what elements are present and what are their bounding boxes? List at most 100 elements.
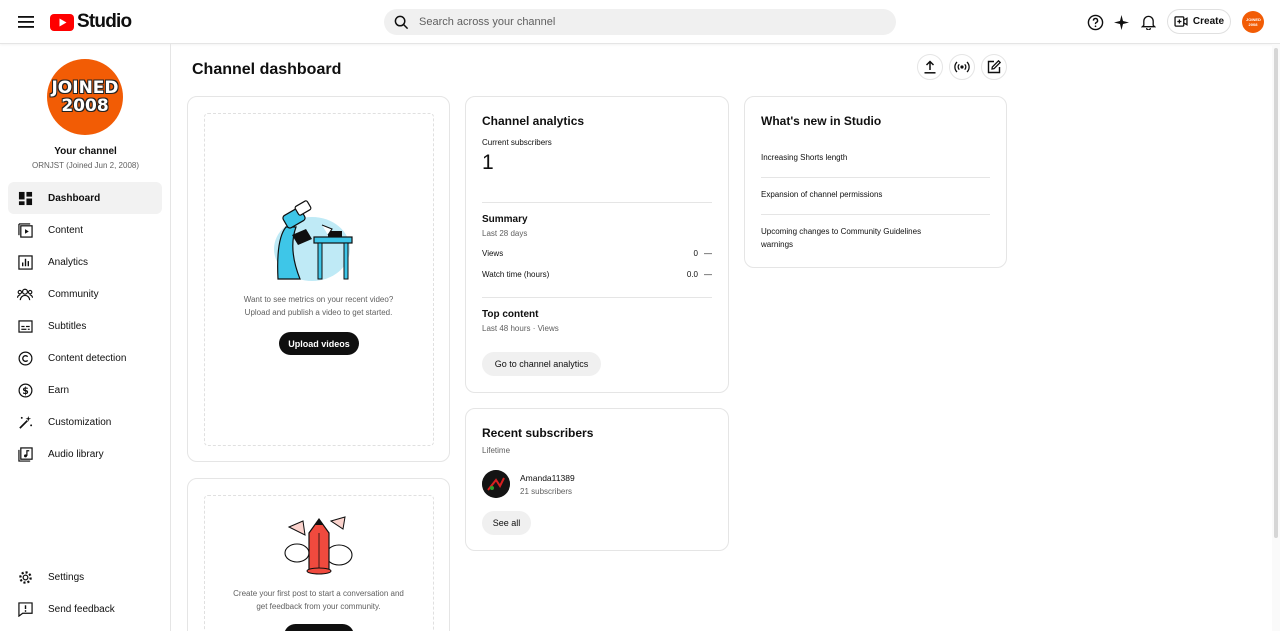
- analytics-divider: [482, 202, 712, 203]
- watch-time-value: 0.0: [686, 270, 698, 279]
- upload-video-card: Want to see metrics on your recent video…: [187, 96, 450, 462]
- sparkle-icon[interactable]: [1110, 11, 1132, 33]
- search-icon: [394, 15, 409, 29]
- whats-new-item[interactable]: Upcoming changes to Community Guidelines…: [761, 225, 951, 251]
- sidebar-item-label: Send feedback: [48, 603, 115, 615]
- subscriber-avatar[interactable]: [482, 470, 510, 498]
- channel-avatar[interactable]: JOINED 2008: [47, 59, 123, 135]
- top-content-period: Last 48 hours · Views: [482, 324, 559, 333]
- analytics-card-title: Channel analytics: [482, 114, 585, 128]
- create-post-card-button[interactable]: [284, 624, 354, 631]
- upload-card-line1: Want to see metrics on your recent video…: [243, 295, 394, 304]
- sidebar: JOINED 2008 Your channel ORNJST (Joined …: [0, 44, 171, 631]
- help-icon[interactable]: [1084, 11, 1106, 33]
- page-scrollbar[interactable]: [1272, 44, 1280, 631]
- sidebar-item-label: Dashboard: [48, 192, 101, 204]
- channel-title: Your channel: [54, 146, 117, 157]
- account-avatar[interactable]: JOINED 2008: [1242, 11, 1264, 33]
- copyright-icon: [17, 350, 33, 366]
- sidebar-item-audio-library[interactable]: Audio library: [8, 438, 162, 470]
- upload-card-line2: Upload and publish a video to get starte…: [244, 308, 393, 317]
- svg-text:$: $: [22, 385, 29, 396]
- sidebar-item-customization[interactable]: Customization: [8, 406, 162, 438]
- recent-subscribers-period: Lifetime: [482, 446, 511, 455]
- sidebar-item-send-feedback[interactable]: Send feedback: [8, 593, 162, 625]
- upload-card-message: Want to see metrics on your recent video…: [188, 293, 449, 319]
- see-all-button[interactable]: See all: [482, 511, 531, 535]
- whats-new-divider: [761, 214, 990, 215]
- community-icon: [17, 286, 33, 302]
- sidebar-item-label: Content: [48, 224, 84, 236]
- create-post-card: Create your first post to start a conver…: [187, 478, 450, 631]
- hamburger-menu-icon[interactable]: [14, 10, 38, 34]
- gear-icon: [17, 569, 33, 585]
- sidebar-item-community[interactable]: Community: [8, 278, 162, 310]
- audio-library-icon: [17, 446, 33, 462]
- sidebar-item-analytics[interactable]: Analytics: [8, 246, 162, 278]
- magic-wand-icon: [17, 414, 33, 430]
- subscriber-name[interactable]: Amanda11389: [520, 473, 575, 483]
- search-bar[interactable]: [384, 9, 896, 35]
- channel-avatar-line2: 2008: [61, 96, 109, 116]
- page-title: Channel dashboard: [192, 61, 342, 78]
- watch-time-change: —: [704, 270, 712, 279]
- whats-new-divider: [761, 177, 990, 178]
- youtube-logo-icon: [50, 13, 74, 31]
- sidebar-item-label: Audio library: [48, 448, 104, 460]
- watch-time-label: Watch time (hours): [482, 270, 550, 279]
- upload-button[interactable]: [917, 54, 943, 80]
- logo-text: Studio: [77, 11, 132, 32]
- create-button[interactable]: Create: [1167, 9, 1231, 34]
- upload-icon: [924, 60, 936, 74]
- top-header: Studio Create JOINED 2008: [0, 0, 1280, 44]
- search-input[interactable]: [419, 16, 859, 28]
- recent-subscribers-title: Recent subscribers: [482, 426, 594, 440]
- go-live-button[interactable]: [949, 54, 975, 80]
- recent-subscribers-card: Recent subscribers Lifetime Amanda11389 …: [465, 408, 729, 551]
- sidebar-item-dashboard[interactable]: Dashboard: [8, 182, 162, 214]
- top-content-title: Top content: [482, 309, 539, 320]
- channel-analytics-card: Channel analytics Current subscribers 1 …: [465, 96, 729, 393]
- current-subscribers-value: 1: [482, 151, 494, 174]
- analytics-icon: [17, 254, 33, 270]
- dashboard-icon: [17, 190, 33, 206]
- channel-avatar-line1: JOINED: [51, 78, 119, 98]
- analytics-divider: [482, 297, 712, 298]
- sidebar-item-content-detection[interactable]: Content detection: [8, 342, 162, 374]
- whats-new-item[interactable]: Increasing Shorts length: [761, 151, 991, 164]
- whats-new-title: What's new in Studio: [761, 114, 882, 128]
- pencil-chat-illustration-icon: [284, 516, 353, 575]
- create-post-button[interactable]: [981, 54, 1007, 80]
- sidebar-bottom-nav: Settings Send feedback: [8, 561, 162, 625]
- post-card-line1: Create your first post to start a conver…: [233, 589, 404, 598]
- account-avatar-text: JOINED 2008: [1246, 17, 1261, 27]
- microscope-illustration-icon: [274, 200, 353, 281]
- upload-videos-button[interactable]: Upload videos: [279, 332, 359, 355]
- sidebar-item-content[interactable]: Content: [8, 214, 162, 246]
- go-to-analytics-button[interactable]: Go to channel analytics: [482, 352, 601, 376]
- sidebar-item-subtitles[interactable]: Subtitles: [8, 310, 162, 342]
- sidebar-item-settings[interactable]: Settings: [8, 561, 162, 593]
- add-video-icon: [1174, 16, 1188, 27]
- dollar-icon: $: [17, 382, 33, 398]
- broadcast-icon: [954, 61, 970, 73]
- current-subscribers-label: Current subscribers: [482, 138, 552, 147]
- scrollbar-thumb[interactable]: [1274, 48, 1278, 538]
- sidebar-item-label: Customization: [48, 416, 112, 428]
- sidebar-item-label: Subtitles: [48, 320, 87, 332]
- whats-new-item[interactable]: Expansion of channel permissions: [761, 188, 991, 201]
- studio-logo[interactable]: Studio: [50, 11, 132, 33]
- views-label: Views: [482, 249, 504, 258]
- feedback-icon: [17, 601, 33, 617]
- channel-subtitle: ORNJST (Joined Jun 2, 2008): [31, 161, 139, 170]
- sidebar-item-earn[interactable]: $ Earn: [8, 374, 162, 406]
- content-icon: [17, 222, 33, 238]
- sidebar-item-label: Community: [48, 288, 99, 300]
- sidebar-nav: Dashboard Content Analytics Community Su…: [8, 182, 162, 470]
- subtitles-icon: [17, 318, 33, 334]
- sidebar-item-label: Earn: [48, 384, 70, 396]
- summary-period: Last 28 days: [482, 229, 528, 238]
- subscriber-count: 21 subscribers: [520, 487, 573, 496]
- post-card-message: Create your first post to start a conver…: [188, 587, 449, 613]
- bell-icon[interactable]: [1137, 11, 1159, 33]
